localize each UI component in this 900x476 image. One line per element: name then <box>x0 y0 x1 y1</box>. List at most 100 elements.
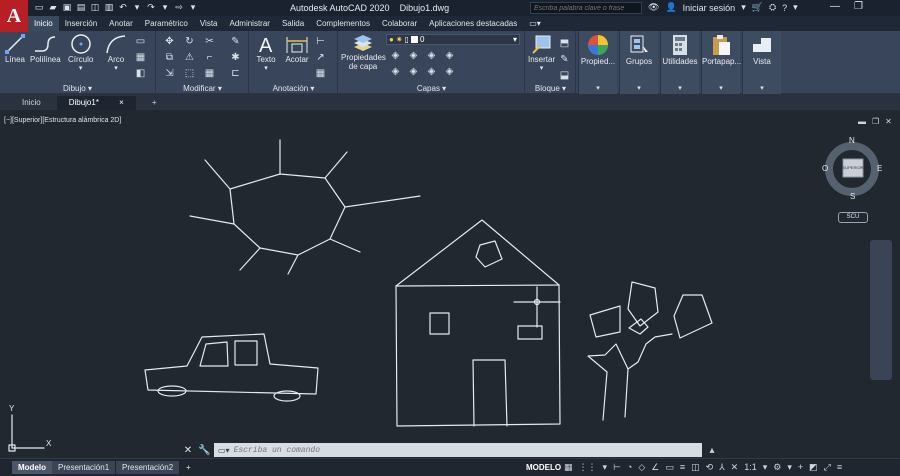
layout-tab-presentacion1[interactable]: Presentación1 <box>52 461 116 474</box>
draw-group-label[interactable]: Dibujo ▾ <box>0 84 155 93</box>
command-expand-icon[interactable]: ▴ <box>706 445 718 456</box>
clipboard-tile[interactable]: Portapap... ▾ <box>701 31 741 94</box>
explode-icon[interactable]: ✱ <box>229 51 242 63</box>
hatch-icon[interactable]: ▦ <box>134 51 147 63</box>
transparency-icon[interactable]: ◫ <box>691 462 700 473</box>
osnap-tracking-icon[interactable]: ∠ <box>651 462 659 473</box>
lineweight-icon[interactable]: ≡ <box>680 462 685 473</box>
layer-dropdown[interactable]: ● ✷ ▯ 0 ▾ <box>386 34 520 45</box>
close-command-icon[interactable]: ✕ <box>182 445 194 456</box>
isolate-icon[interactable]: ◩ <box>809 462 818 473</box>
tab-aplicaciones[interactable]: Aplicaciones destacadas <box>423 16 523 31</box>
layout-tab-presentacion2[interactable]: Presentación2 <box>116 461 180 474</box>
layer-tool-1-icon[interactable]: ◈ <box>389 49 402 61</box>
copy-icon[interactable]: ⧉ <box>163 51 176 63</box>
properties-tile[interactable]: Propied... ▾ <box>578 31 617 94</box>
insert-button[interactable]: Insertar ▾ <box>528 33 555 72</box>
redo-dropdown-icon[interactable]: ▾ <box>160 2 170 13</box>
user-icon[interactable]: 👤 <box>665 2 676 13</box>
customize-command-icon[interactable]: 🔧 <box>198 445 210 456</box>
tab-inicio[interactable]: Inicio <box>28 16 59 31</box>
search-box[interactable] <box>530 2 642 14</box>
workspace-dropdown-icon[interactable]: ▾ <box>787 462 792 473</box>
close-tab-icon[interactable]: × <box>119 98 124 107</box>
clipboard-dropdown-icon[interactable]: ▾ <box>702 84 740 92</box>
undo-dropdown-icon[interactable]: ▾ <box>132 2 142 13</box>
table-icon[interactable]: ▦ <box>314 67 327 79</box>
tab-parametrico[interactable]: Paramétrico <box>139 16 194 31</box>
annotation-visibility-icon[interactable]: ⅄ <box>719 462 725 473</box>
fullscreen-icon[interactable]: ⤢ <box>824 462 831 473</box>
open-folder-icon[interactable]: ▰ <box>48 2 58 13</box>
qat-dropdown-icon[interactable]: ▾ <box>188 2 198 13</box>
arc-dropdown-icon[interactable]: ▾ <box>114 64 118 72</box>
help-icon[interactable]: ? <box>782 3 787 13</box>
annotation-group-label[interactable]: Anotación ▾ <box>250 84 337 93</box>
add-layout-button[interactable]: + <box>180 461 197 474</box>
create-block-icon[interactable]: ⬒ <box>558 37 571 49</box>
model-space-button[interactable]: MODELO <box>522 461 565 474</box>
command-input[interactable] <box>233 445 664 455</box>
ucs-menu-button[interactable]: SCU <box>838 212 868 223</box>
selection-cycling-icon[interactable]: ⟲ <box>706 462 714 473</box>
layer-tool-4-icon[interactable]: ◈ <box>443 49 456 61</box>
annotation-scale-value[interactable]: 1:1 <box>744 462 757 473</box>
offset-icon[interactable]: ⊏ <box>229 67 242 79</box>
line-button[interactable]: Línea <box>4 33 26 64</box>
snap-icon[interactable]: ⋮⋮ <box>579 462 597 473</box>
workspace-gear-icon[interactable]: ⚙ <box>773 462 781 473</box>
tab-anotar[interactable]: Anotar <box>103 16 139 31</box>
layer-tool-8-icon[interactable]: ◈ <box>443 65 456 77</box>
array-icon[interactable]: ▦ <box>203 67 216 79</box>
compass-east[interactable]: E <box>877 164 882 173</box>
circle-button[interactable]: Círculo ▾ <box>68 33 93 72</box>
drawing-viewport[interactable]: [−][Superior][Estructura alámbrica 2D] ▬… <box>0 112 900 458</box>
command-box[interactable]: ▭▾ <box>214 443 702 457</box>
ortho-icon[interactable]: ⊢ <box>613 462 621 473</box>
arc-button[interactable]: Arco ▾ <box>104 33 128 72</box>
tab-insercion[interactable]: Inserción <box>59 16 103 31</box>
new-file-icon[interactable]: ▭ <box>34 2 44 13</box>
trim-icon[interactable]: ✂ <box>203 35 216 47</box>
autocad-logo-button[interactable]: A <box>0 0 28 32</box>
rectangle-icon[interactable]: ▭ <box>134 35 147 47</box>
tab-salida[interactable]: Salida <box>276 16 310 31</box>
erase-icon[interactable]: ✎ <box>229 35 242 47</box>
leader-icon[interactable]: ↗ <box>314 51 327 63</box>
web-icon[interactable]: ◫ <box>90 2 100 13</box>
print-icon[interactable]: ▥ <box>104 2 114 13</box>
exchange-icon[interactable]: ⛭ <box>769 2 776 13</box>
restore-icon[interactable]: ❐ <box>854 1 863 12</box>
modify-group-label[interactable]: Modificar ▾ <box>157 84 248 93</box>
layer-tool-6-icon[interactable]: ◈ <box>407 65 420 77</box>
tab-colaborar[interactable]: Colaborar <box>376 16 423 31</box>
minimize-icon[interactable]: — <box>830 1 840 12</box>
layer-tool-5-icon[interactable]: ◈ <box>389 65 402 77</box>
properties-dropdown-icon[interactable]: ▾ <box>579 84 617 92</box>
share-icon[interactable]: ⇨ <box>174 2 184 13</box>
block-attribute-icon[interactable]: ⬓ <box>558 69 571 81</box>
fillet-icon[interactable]: ⌐ <box>203 51 216 63</box>
doc-tab-inicio[interactable]: Inicio <box>10 96 53 110</box>
gradient-icon[interactable]: ◧ <box>134 67 147 79</box>
view-tile[interactable]: Vista ▾ <box>742 31 781 94</box>
isodraft-icon[interactable]: ◇ <box>638 462 645 473</box>
text-dropdown-icon[interactable]: ▾ <box>264 64 268 72</box>
rotate-icon[interactable]: ↻ <box>183 35 196 47</box>
mirror-icon[interactable]: ⚠ <box>183 51 196 63</box>
edit-block-icon[interactable]: ✎ <box>558 53 571 65</box>
compass-west[interactable]: O <box>822 164 828 173</box>
drawing-canvas[interactable] <box>0 112 900 458</box>
cart-icon[interactable]: 🛒 <box>752 2 763 13</box>
search-input[interactable] <box>534 4 634 12</box>
snap-dropdown-icon[interactable]: ▾ <box>603 462 608 473</box>
layer-tool-3-icon[interactable]: ◈ <box>425 49 438 61</box>
block-group-label[interactable]: Bloque ▾ <box>526 84 575 93</box>
binoculars-icon[interactable]: 👁 <box>648 2 659 13</box>
save-as-icon[interactable]: ▤ <box>76 2 86 13</box>
dimension-button[interactable]: Acotar <box>284 33 310 64</box>
customize-menu-icon[interactable]: ≡ <box>837 462 842 473</box>
layer-tool-7-icon[interactable]: ◈ <box>425 65 438 77</box>
scale-dropdown-icon[interactable]: ▾ <box>763 462 768 473</box>
navigation-bar[interactable] <box>870 240 892 380</box>
